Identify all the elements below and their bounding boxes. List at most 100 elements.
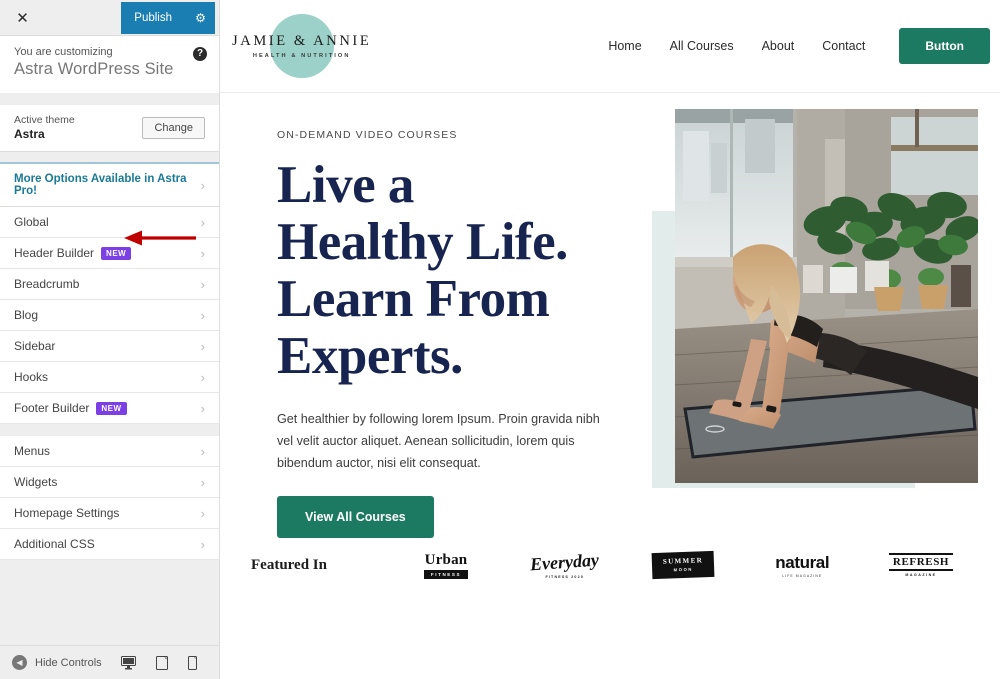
brand-name: Urban: [424, 551, 468, 568]
sidebar-item-label: Widgets: [14, 475, 58, 489]
sidebar-item-breadcrumb[interactable]: Breadcrumb ›: [0, 269, 219, 300]
sidebar-item-global[interactable]: Global ›: [0, 207, 219, 238]
customizer-app: ✕ Publish ⚙ You are customizing Astra Wo…: [0, 0, 1000, 679]
brand-badge: SUMMER MOON: [651, 550, 716, 580]
sidebar-item-label: Additional CSS: [14, 537, 95, 551]
sidebar-item-additional-css[interactable]: Additional CSS ›: [0, 529, 219, 560]
device-preview-group: [121, 655, 207, 670]
sidebar-item-label: Hooks: [14, 370, 49, 384]
hero-heading-line-3: Learn From: [277, 270, 550, 328]
sidebar-item-homepage-settings[interactable]: Homepage Settings ›: [0, 498, 219, 529]
active-theme-row: Active theme Astra Change: [0, 105, 219, 152]
primary-navigation: Home All Courses About Contact Button: [608, 28, 990, 64]
sidebar-item-sidebar[interactable]: Sidebar ›: [0, 331, 219, 362]
chevron-right-icon: ›: [200, 338, 205, 354]
chevron-right-icon: ›: [200, 443, 205, 459]
brand-logo-summer-moon: SUMMER MOON: [629, 550, 739, 580]
item-left: Homepage Settings: [14, 506, 119, 520]
chevron-right-icon: ›: [200, 505, 205, 521]
mobile-preview-icon[interactable]: [188, 655, 197, 670]
brand-sub: LIFE MAGAZINE: [782, 573, 823, 578]
sidebar-item-label: Header Builder: [14, 246, 95, 260]
customizing-panel: You are customizing Astra WordPress Site…: [0, 36, 219, 93]
astra-pro-upsell[interactable]: More Options Available in Astra Pro! ›: [0, 162, 219, 207]
publish-button[interactable]: Publish: [121, 1, 185, 34]
divider: [0, 93, 219, 105]
chevron-right-icon: ›: [200, 369, 205, 385]
item-left: Menus: [14, 444, 50, 458]
hide-controls-button[interactable]: Hide Controls: [35, 657, 102, 669]
hero-section: ON-DEMAND VIDEO COURSES Live a Healthy L…: [220, 93, 1000, 538]
site-preview: JAMIE & ANNIE HEALTH & NUTRITION Home Al…: [220, 0, 1000, 679]
brand-name: Everyday: [529, 549, 600, 574]
active-theme-info: Active theme Astra: [14, 114, 75, 141]
brand-logo-urban: Urban FITNESS: [391, 552, 501, 579]
sidebar-item-footer-builder[interactable]: Footer Builder NEW ›: [0, 393, 219, 424]
sidebar-item-label: Blog: [14, 308, 39, 322]
sidebar-empty-space: [0, 560, 219, 645]
chevron-right-icon: ›: [200, 214, 205, 230]
hero-heading: Live a Healthy Life. Learn From Experts.: [277, 157, 627, 385]
item-left: Sidebar: [14, 339, 55, 353]
site-name: Astra WordPress Site: [14, 60, 174, 78]
sidebar-item-label: Menus: [14, 444, 51, 458]
desktop-preview-icon[interactable]: [121, 655, 136, 670]
divider-3: [0, 424, 219, 436]
close-icon[interactable]: ✕: [0, 0, 45, 35]
nav-link-contact[interactable]: Contact: [822, 39, 865, 53]
brand-sub: FITNESS 2020: [545, 574, 585, 579]
item-left: Header Builder NEW: [14, 246, 132, 260]
brand-sub: MAGAZINE: [905, 573, 937, 577]
sidebar-item-label: Global: [14, 215, 49, 229]
brand-name: SUMMER: [663, 556, 704, 566]
customizer-topbar: ✕ Publish ⚙: [0, 0, 219, 36]
brand-logo-refresh: REFRESH MAGAZINE: [866, 553, 976, 577]
nav-link-about[interactable]: About: [762, 39, 795, 53]
item-left: Widgets: [14, 475, 57, 489]
active-theme-name: Astra: [14, 127, 45, 141]
sidebar-item-label: Sidebar: [14, 339, 56, 353]
new-badge: NEW: [101, 246, 132, 260]
sidebar-item-label: Homepage Settings: [14, 506, 120, 520]
hero-eyebrow: ON-DEMAND VIDEO COURSES: [277, 129, 458, 141]
sidebar-item-header-builder[interactable]: Header Builder NEW ›: [0, 238, 219, 269]
customizing-label: You are customizing: [14, 46, 113, 58]
brand-name: REFRESH: [888, 553, 954, 571]
sidebar-item-menus[interactable]: Menus ›: [0, 436, 219, 467]
hero-content: ON-DEMAND VIDEO COURSES Live a Healthy L…: [277, 129, 627, 538]
logo-main-text: JAMIE & ANNIE: [232, 33, 372, 49]
active-theme-label: Active theme: [14, 114, 75, 126]
help-icon[interactable]: ?: [193, 47, 207, 61]
featured-in-section: Featured In Urban FITNESS Everyday FITNE…: [220, 520, 1000, 610]
logo-sub-text: HEALTH & NUTRITION: [252, 53, 351, 59]
hero-image: [675, 109, 978, 483]
customizer-section-list-1: Global › Header Builder NEW › Breadcrumb…: [0, 207, 219, 424]
site-header: JAMIE & ANNIE HEALTH & NUTRITION Home Al…: [220, 0, 1000, 93]
item-left: Hooks: [14, 370, 48, 384]
nav-link-all-courses[interactable]: All Courses: [670, 39, 734, 53]
nav-link-home[interactable]: Home: [608, 39, 641, 53]
sidebar-item-hooks[interactable]: Hooks ›: [0, 362, 219, 393]
customizer-section-list-2: Menus › Widgets › Homepage Settings › Ad…: [0, 436, 219, 560]
chevron-right-icon: ›: [200, 400, 205, 416]
brand-sub: FITNESS: [423, 569, 469, 579]
brand-logo-list: Urban FITNESS Everyday FITNESS 2020 SUMM…: [391, 549, 1000, 580]
site-logo[interactable]: JAMIE & ANNIE HEALTH & NUTRITION: [228, 6, 378, 86]
header-cta-button[interactable]: Button: [899, 28, 990, 64]
customizer-footer: ◀ Hide Controls: [0, 645, 219, 679]
new-badge: NEW: [96, 401, 127, 415]
tablet-preview-icon[interactable]: [156, 655, 168, 670]
sidebar-item-widgets[interactable]: Widgets ›: [0, 467, 219, 498]
astra-pro-label: More Options Available in Astra Pro!: [14, 173, 187, 197]
gear-icon[interactable]: ⚙: [185, 1, 215, 34]
brand-sub: MOON: [673, 566, 694, 573]
sidebar-item-blog[interactable]: Blog ›: [0, 300, 219, 331]
sidebar-item-label: Breadcrumb: [14, 277, 80, 291]
hero-paragraph: Get healthier by following lorem Ipsum. …: [277, 412, 600, 470]
chevron-right-icon: ›: [200, 307, 205, 323]
customizer-sidebar: ✕ Publish ⚙ You are customizing Astra Wo…: [0, 0, 220, 679]
collapse-icon[interactable]: ◀: [12, 655, 27, 670]
change-theme-button[interactable]: Change: [142, 116, 205, 139]
item-left: Global: [14, 215, 49, 229]
brand-logo-everyday: Everyday FITNESS 2020: [510, 549, 620, 579]
